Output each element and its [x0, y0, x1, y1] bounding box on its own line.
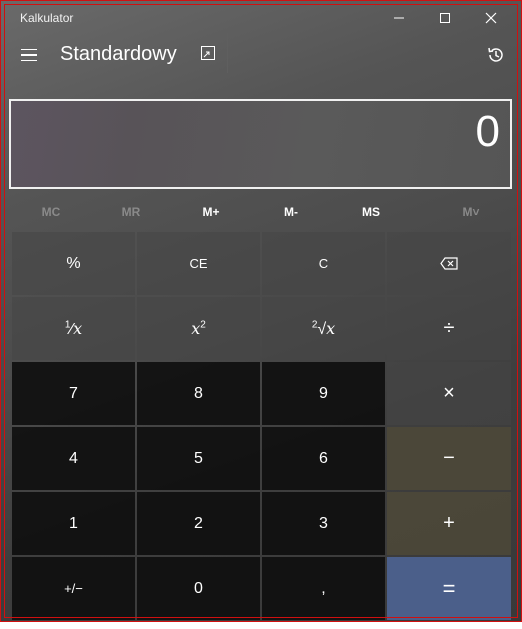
digit-7-button[interactable]: 7: [12, 362, 135, 425]
keep-on-top-button[interactable]: [189, 33, 228, 73]
minimize-icon: [394, 17, 404, 19]
decimal-separator-button[interactable]: ,: [262, 557, 385, 620]
app-title: Kalkulator: [20, 11, 74, 25]
display-value: 0: [475, 107, 500, 156]
clear-button[interactable]: C: [262, 232, 385, 295]
memory-recall-button[interactable]: MR: [91, 197, 171, 227]
digit-8-button[interactable]: 8: [137, 362, 260, 425]
square-button[interactable]: x2: [137, 297, 260, 360]
reciprocal-button[interactable]: 1⁄x: [12, 297, 135, 360]
multiply-button[interactable]: ×: [387, 362, 511, 425]
result-display: 0: [9, 99, 512, 189]
hamburger-icon: [21, 48, 37, 51]
digit-1-button[interactable]: 1: [12, 492, 135, 555]
digit-0-button[interactable]: 0: [137, 557, 260, 620]
calculator-window: Kalkulator Standardowy 0 MC MR M+ M- MS …: [0, 0, 522, 622]
memory-clear-button[interactable]: MC: [11, 197, 91, 227]
percent-button[interactable]: %: [12, 232, 135, 295]
memory-add-button[interactable]: M+: [171, 197, 251, 227]
memory-list-button[interactable]: M˅: [431, 197, 511, 227]
maximize-icon: [440, 13, 450, 23]
minimize-button[interactable]: [376, 1, 422, 35]
negate-button[interactable]: +/−: [12, 557, 135, 620]
memory-subtract-button[interactable]: M-: [251, 197, 331, 227]
digit-3-button[interactable]: 3: [262, 492, 385, 555]
digit-5-button[interactable]: 5: [137, 427, 260, 490]
backspace-button[interactable]: [387, 232, 511, 295]
backspace-icon: [440, 257, 458, 270]
keep-on-top-icon: [201, 46, 215, 60]
close-icon: [485, 12, 497, 24]
title-bar[interactable]: Kalkulator: [1, 1, 521, 35]
keypad: % CE C 1⁄x x2 2√x ÷ 7 8 9 × 4 5 6 − 1 2 …: [11, 232, 511, 620]
close-button[interactable]: [468, 1, 514, 35]
mode-title: Standardowy: [60, 43, 177, 65]
memory-store-button[interactable]: MS: [331, 197, 411, 227]
clear-entry-button[interactable]: CE: [137, 232, 260, 295]
history-icon: [488, 47, 503, 62]
digit-6-button[interactable]: 6: [262, 427, 385, 490]
equals-button[interactable]: =: [387, 557, 511, 620]
navigation-menu-button[interactable]: [13, 39, 45, 71]
digit-2-button[interactable]: 2: [137, 492, 260, 555]
maximize-button[interactable]: [422, 1, 468, 35]
digit-4-button[interactable]: 4: [12, 427, 135, 490]
history-button[interactable]: [479, 39, 513, 71]
minus-button[interactable]: −: [387, 427, 511, 490]
divide-button[interactable]: ÷: [387, 297, 511, 360]
digit-9-button[interactable]: 9: [262, 362, 385, 425]
square-root-button[interactable]: 2√x: [262, 297, 385, 360]
plus-button[interactable]: +: [387, 492, 511, 555]
memory-row: MC MR M+ M- MS M˅: [11, 197, 511, 227]
